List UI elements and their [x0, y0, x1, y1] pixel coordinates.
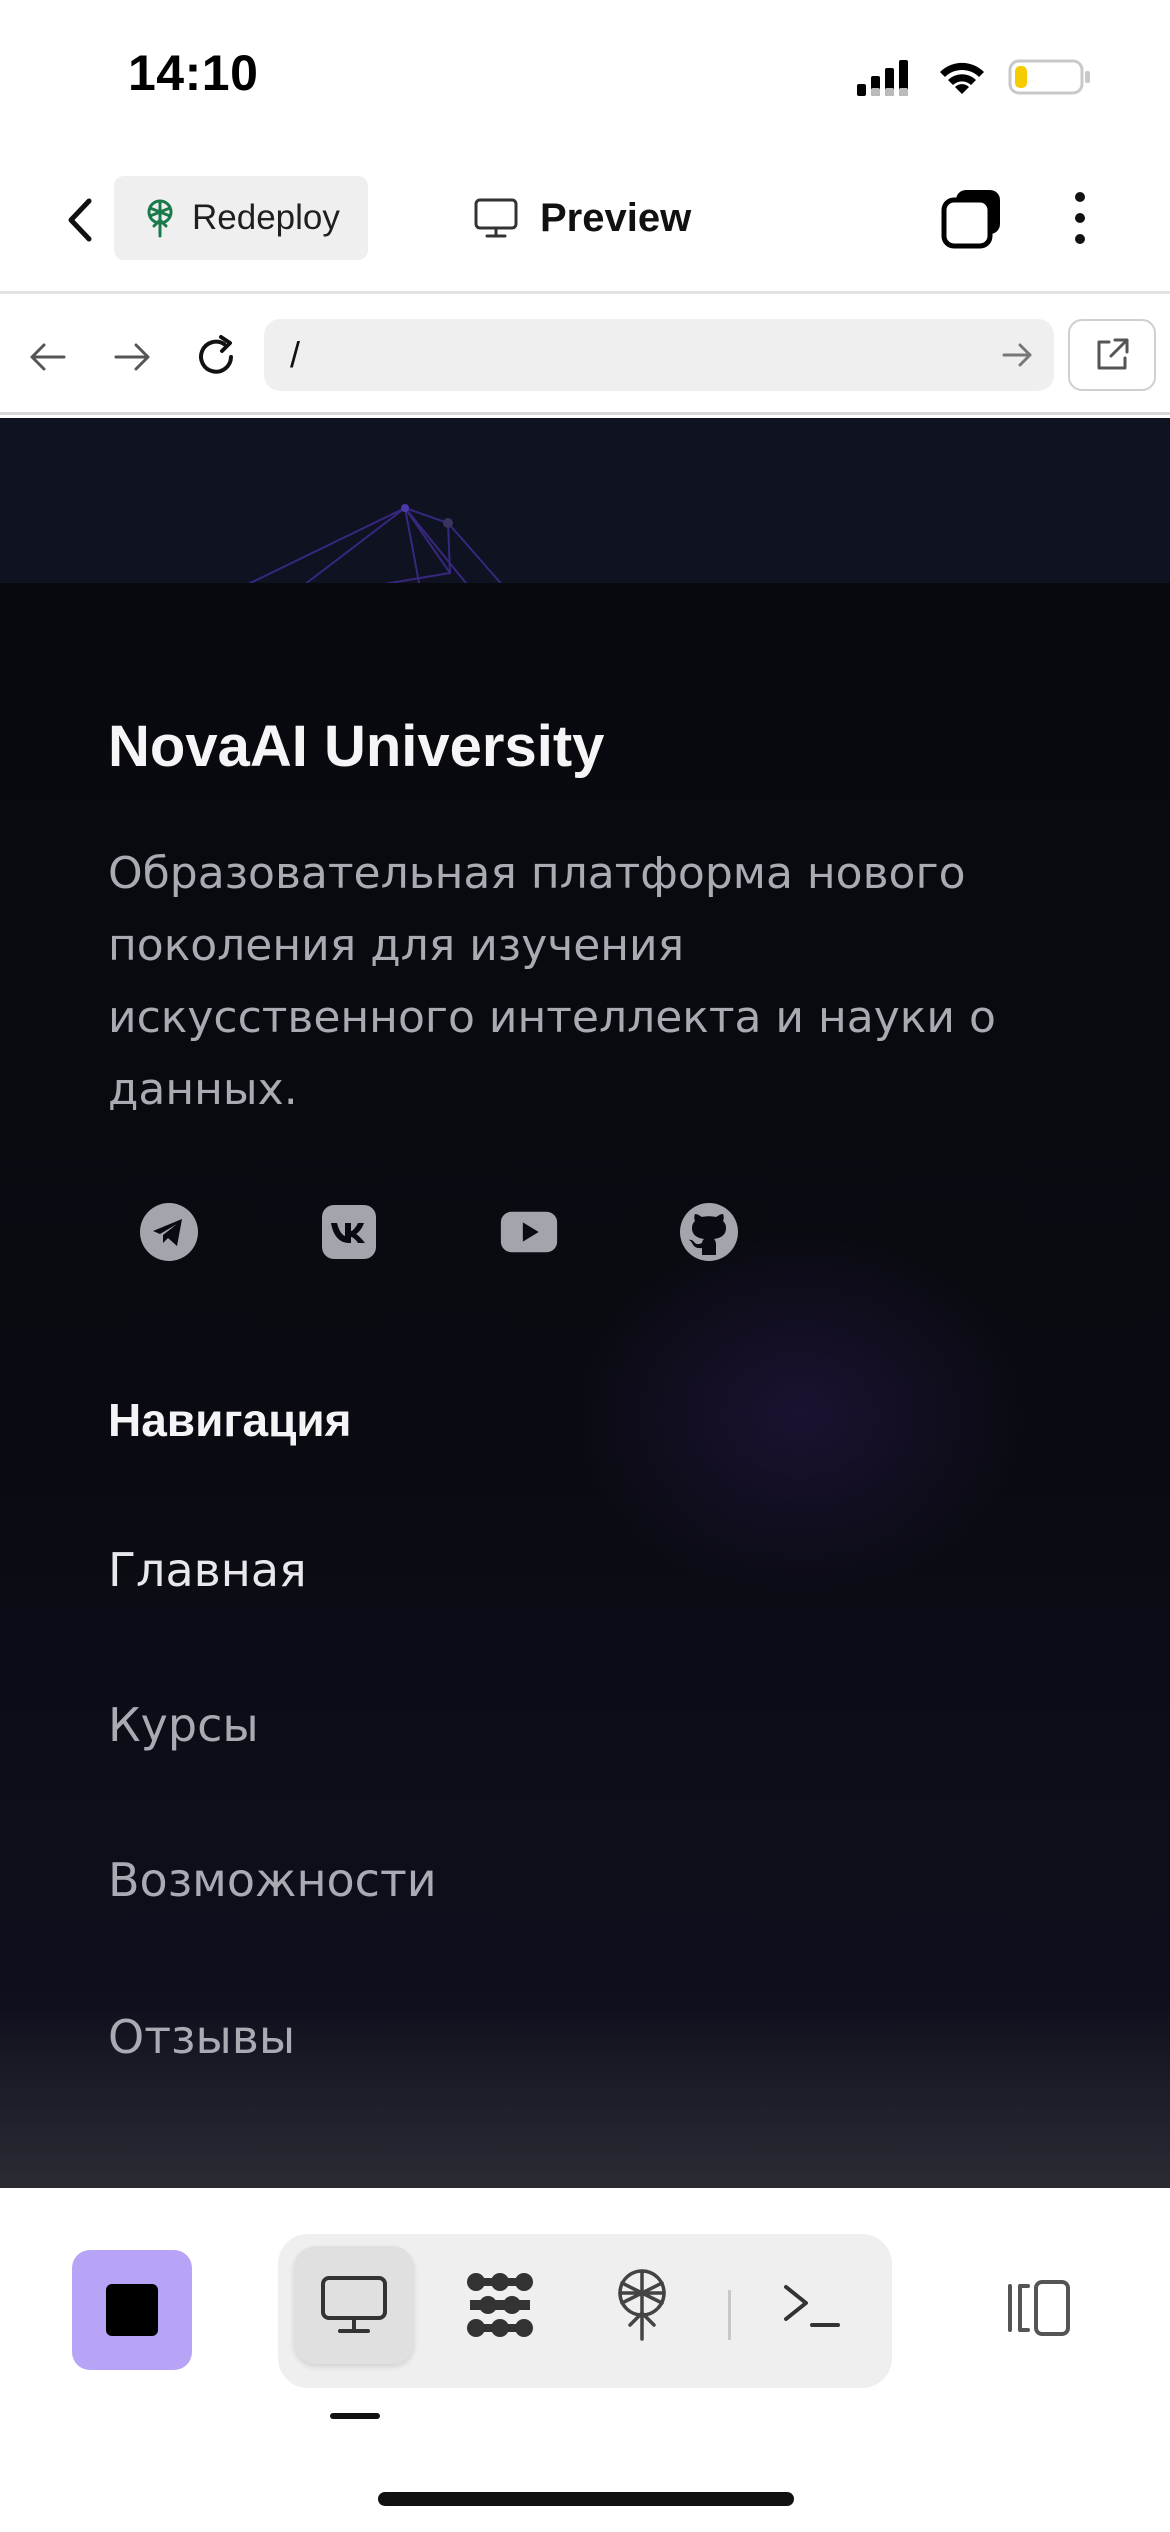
- hero-section: [0, 418, 1170, 588]
- deploy-icon: [147, 199, 173, 238]
- status-bar: 14:10: [0, 0, 1170, 150]
- github-icon: [680, 1203, 738, 1261]
- footer-brand: NovaAI University: [108, 714, 605, 779]
- arrow-left-icon: [30, 343, 66, 371]
- redeploy-button[interactable]: Redeploy: [114, 176, 368, 260]
- telegram-link[interactable]: [140, 1203, 198, 1261]
- vk-link[interactable]: [320, 1203, 378, 1261]
- chevron-left-icon: [68, 198, 92, 242]
- split-view-button[interactable]: [1000, 2276, 1076, 2340]
- arrow-right-icon: [114, 343, 150, 371]
- footer-link-home[interactable]: Главная: [108, 1543, 307, 1597]
- youtube-icon: [500, 1211, 558, 1253]
- vk-icon: [322, 1205, 376, 1259]
- tab-canvas[interactable]: [440, 2246, 560, 2364]
- more-dot: [1075, 192, 1085, 202]
- battery-icon: [1008, 59, 1090, 95]
- web-preview: NovaAI University Образовательная платфо…: [0, 418, 1170, 2188]
- footer-link-reviews[interactable]: Отзывы: [108, 2010, 295, 2064]
- go-arrow-icon[interactable]: [1000, 337, 1036, 373]
- deploy-icon: [618, 2269, 666, 2341]
- more-dot: [1075, 213, 1085, 223]
- url-input[interactable]: /: [264, 319, 1054, 391]
- preview-label: Preview: [540, 195, 692, 240]
- reload-button[interactable]: [188, 329, 244, 385]
- monitor-icon: [321, 2276, 387, 2333]
- split-view-icon: [1008, 2280, 1070, 2336]
- more-options-button[interactable]: [1052, 186, 1108, 250]
- status-time: 14:10: [128, 45, 259, 101]
- browser-back-button[interactable]: [20, 329, 76, 385]
- cellular-signal-icon: [857, 60, 908, 96]
- home-indicator: [378, 2492, 794, 2506]
- footer-description: Образовательная платформа нового поколен…: [108, 848, 996, 1115]
- tab-console[interactable]: [752, 2246, 872, 2364]
- footer-nav-heading: Навигация: [108, 1394, 352, 1446]
- site-footer: NovaAI University Образовательная платфо…: [0, 583, 1170, 2188]
- open-external-button[interactable]: [1068, 319, 1156, 391]
- telegram-icon: [140, 1203, 198, 1261]
- reload-icon: [199, 335, 233, 374]
- app-header: Redeploy Preview: [0, 150, 1170, 294]
- wifi-icon: [940, 62, 984, 94]
- browser-toolbar: /: [0, 297, 1170, 415]
- social-links: [140, 1203, 738, 1261]
- preview-title: Preview: [474, 186, 691, 250]
- tab-deploy[interactable]: [582, 2246, 702, 2364]
- redeploy-label: Redeploy: [192, 198, 340, 237]
- youtube-link[interactable]: [500, 1203, 558, 1261]
- github-link[interactable]: [680, 1203, 738, 1261]
- bottom-toolbar: [0, 2188, 1170, 2532]
- footer-link-features[interactable]: Возможности: [108, 1853, 437, 1907]
- toolbar-divider: [728, 2290, 731, 2340]
- view-switcher: [278, 2234, 892, 2388]
- url-text: /: [290, 334, 301, 375]
- network-graphic: [240, 504, 506, 588]
- stop-button[interactable]: [72, 2250, 192, 2370]
- stop-icon: [106, 2284, 158, 2336]
- tabs-switcher-icon[interactable]: [940, 186, 1004, 250]
- browser-forward-button[interactable]: [104, 329, 160, 385]
- external-link-icon: [1097, 338, 1129, 370]
- more-dot: [1075, 234, 1085, 244]
- terminal-icon: [784, 2285, 840, 2327]
- tab-preview[interactable]: [294, 2246, 414, 2364]
- active-tab-indicator: [330, 2413, 380, 2419]
- monitor-icon: [474, 198, 518, 238]
- footer-link-courses[interactable]: Курсы: [108, 1698, 259, 1752]
- cluster-icon: [467, 2273, 533, 2337]
- back-button[interactable]: [50, 190, 110, 250]
